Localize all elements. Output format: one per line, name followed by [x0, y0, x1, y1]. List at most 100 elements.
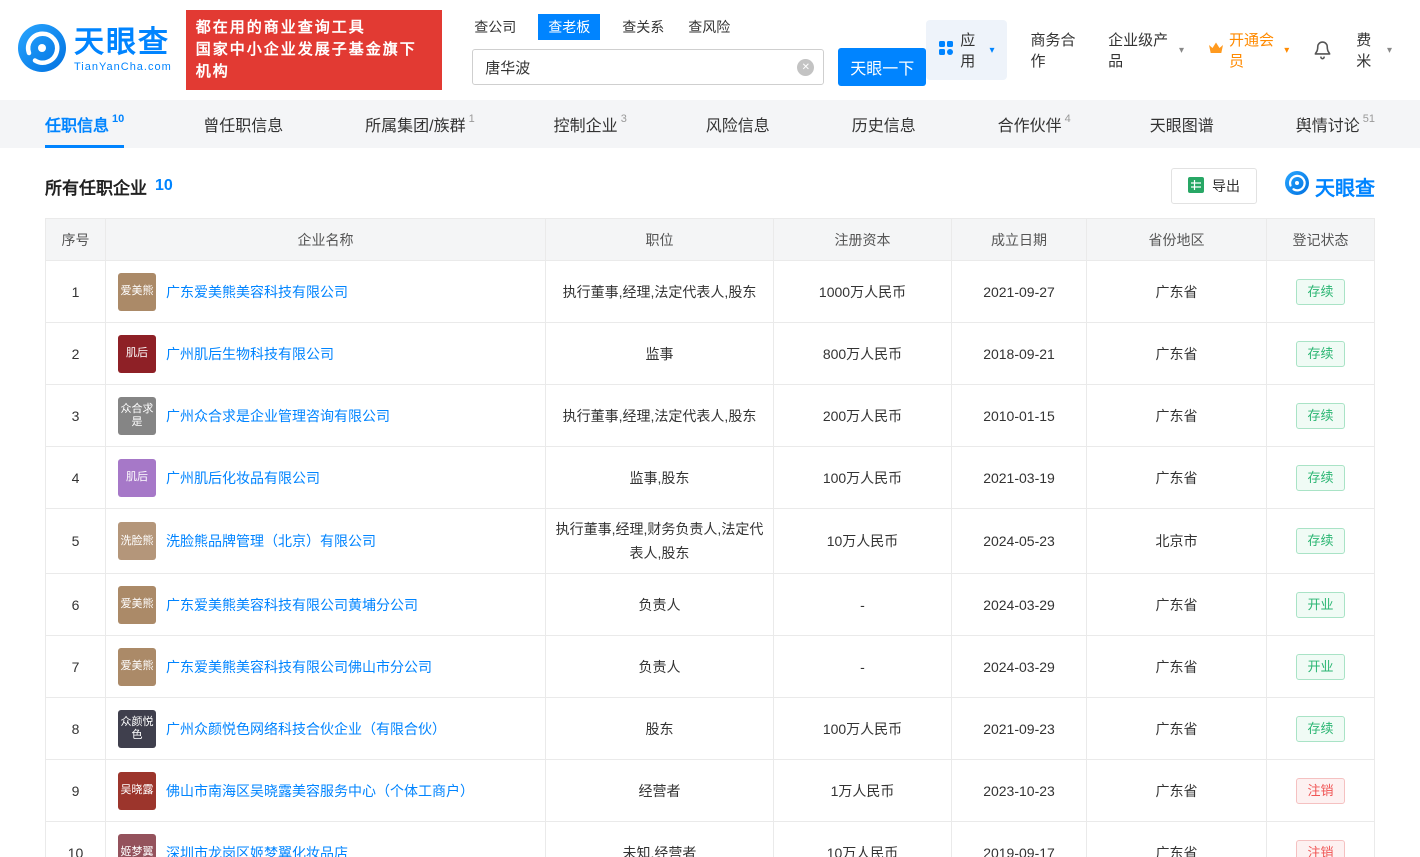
- company-link[interactable]: 洗脸熊品牌管理（北京）有限公司: [166, 529, 376, 553]
- search-type-tabs: 查公司 查老板 查关系 查风险: [472, 14, 926, 40]
- brand-domain: TianYanCha.com: [74, 62, 172, 73]
- search-type-tab[interactable]: 查公司: [472, 14, 518, 40]
- status-cell: 存续: [1267, 385, 1374, 447]
- promo-line-1: 都在用的商业查询工具: [196, 17, 433, 39]
- company-logo: 众合求是: [118, 397, 156, 435]
- company-logo: 吴晓露: [118, 772, 156, 810]
- company-cell: 众合求是 广州众合求是企业管理咨询有限公司: [106, 385, 546, 447]
- chevron-down-icon: ▾: [990, 45, 995, 56]
- cooperation-label: 商务合作: [1031, 29, 1085, 71]
- search-type-tab[interactable]: 查关系: [620, 14, 666, 40]
- status-cell: 注销: [1267, 822, 1374, 857]
- row-index: 5: [46, 509, 106, 574]
- nav-enterprise-products[interactable]: 企业级产品 ▾: [1108, 29, 1184, 71]
- column-header: 序号: [46, 219, 106, 261]
- status-cell: 注销: [1267, 760, 1374, 822]
- nav-business-cooperation[interactable]: 商务合作: [1031, 29, 1085, 71]
- main-content: 所有任职企业 10 导出: [0, 168, 1420, 857]
- company-cell: 爱美熊 广东爱美熊美容科技有限公司佛山市分公司: [106, 636, 546, 698]
- row-index: 2: [46, 323, 106, 385]
- search-type-tab[interactable]: 查老板: [538, 14, 600, 40]
- position-cell: 执行董事,经理,财务负责人,法定代表人,股东: [546, 509, 774, 574]
- tab-count: 10: [112, 113, 124, 125]
- section-tab[interactable]: 合作伙伴4: [998, 100, 1071, 148]
- status-badge: 注销: [1296, 778, 1344, 804]
- watermark-label: 天眼查: [1315, 172, 1375, 201]
- company-link[interactable]: 深圳市龙岗区姬梦翼化妆品店: [166, 841, 348, 857]
- tab-label: 舆情讨论: [1296, 112, 1360, 136]
- section-tab[interactable]: 历史信息: [852, 100, 919, 148]
- promo-banner: 都在用的商业查询工具 国家中小企业发展子基金旗下机构: [186, 10, 443, 90]
- position-cell: 经营者: [546, 760, 774, 822]
- top-header: 天眼查 TianYanCha.com 都在用的商业查询工具 国家中小企业发展子基…: [0, 0, 1420, 100]
- company-link[interactable]: 广东爱美熊美容科技有限公司黄埔分公司: [166, 593, 418, 617]
- section-tab[interactable]: 舆情讨论51: [1296, 100, 1375, 148]
- column-header: 企业名称: [106, 219, 546, 261]
- company-link[interactable]: 广州众合求是企业管理咨询有限公司: [166, 404, 390, 428]
- column-header: 省份地区: [1087, 219, 1267, 261]
- status-cell: 存续: [1267, 323, 1374, 385]
- status-cell: 存续: [1267, 261, 1374, 323]
- tab-label: 历史信息: [852, 112, 916, 136]
- section-tab[interactable]: 所属集团/族群1: [365, 100, 475, 148]
- search-button[interactable]: 天眼一下: [838, 48, 926, 86]
- row-index: 8: [46, 698, 106, 760]
- site-logo[interactable]: 天眼查 TianYanCha.com: [18, 24, 172, 77]
- column-header: 职位: [546, 219, 774, 261]
- company-logo: 众颜悦色: [118, 710, 156, 748]
- user-menu[interactable]: 费米 ▾: [1356, 29, 1392, 71]
- excel-icon: [1188, 177, 1204, 196]
- clear-search-icon[interactable]: ✕: [797, 59, 814, 76]
- company-link[interactable]: 佛山市南海区吴晓露美容服务中心（个体工商户）: [166, 779, 474, 803]
- company-logo: 爱美熊: [118, 273, 156, 311]
- tab-label: 风险信息: [706, 112, 770, 136]
- section-tab[interactable]: 天眼图谱: [1150, 100, 1217, 148]
- region-cell: 广东省: [1087, 636, 1267, 698]
- search-input[interactable]: [473, 59, 823, 76]
- section-tab[interactable]: 曾任职信息: [203, 100, 286, 148]
- company-link[interactable]: 广东爱美熊美容科技有限公司: [166, 280, 348, 304]
- region-cell: 广东省: [1087, 385, 1267, 447]
- company-logo: 肌后: [118, 459, 156, 497]
- table-row: 1 爱美熊 广东爱美熊美容科技有限公司 执行董事,经理,法定代表人,股东 100…: [46, 261, 1374, 323]
- date-cell: 2021-03-19: [952, 447, 1087, 509]
- top-nav: 应用 ▾ 商务合作 企业级产品 ▾ 开通会员 ▾ 费米: [926, 20, 1420, 80]
- status-cell: 存续: [1267, 698, 1374, 760]
- tab-label: 曾任职信息: [203, 112, 283, 136]
- tianyancha-logo-icon: [18, 24, 66, 77]
- date-cell: 2010-01-15: [952, 385, 1087, 447]
- company-link[interactable]: 广州肌后生物科技有限公司: [166, 342, 334, 366]
- status-badge: 存续: [1296, 716, 1344, 742]
- tab-label: 控制企业: [554, 112, 618, 136]
- notifications-bell-icon[interactable]: [1313, 40, 1332, 60]
- capital-cell: 10万人民币: [774, 509, 952, 574]
- table-row: 9 吴晓露 佛山市南海区吴晓露美容服务中心（个体工商户） 经营者 1万人民币 2…: [46, 760, 1374, 822]
- section-tab[interactable]: 任职信息10: [45, 100, 124, 148]
- date-cell: 2024-05-23: [952, 509, 1087, 574]
- region-cell: 北京市: [1087, 509, 1267, 574]
- section-tab[interactable]: 风险信息: [706, 100, 773, 148]
- search-type-tab[interactable]: 查风险: [686, 14, 732, 40]
- section-tabs: 任职信息10 曾任职信息 所属集团/族群1 控制企业3 风险信息 历史信息 合作…: [0, 100, 1420, 148]
- company-cell: 姬梦翼 深圳市龙岗区姬梦翼化妆品店: [106, 822, 546, 857]
- company-link[interactable]: 广东爱美熊美容科技有限公司佛山市分公司: [166, 655, 432, 679]
- status-badge: 存续: [1296, 465, 1344, 491]
- company-link[interactable]: 广州肌后化妆品有限公司: [166, 466, 320, 490]
- company-logo: 爱美熊: [118, 648, 156, 686]
- region-cell: 广东省: [1087, 760, 1267, 822]
- tab-count: 1: [469, 113, 475, 125]
- table-row: 10 姬梦翼 深圳市龙岗区姬梦翼化妆品店 未知,经营者 10万人民币 2019-…: [46, 822, 1374, 857]
- apps-label: 应用: [960, 29, 983, 71]
- status-badge: 存续: [1296, 403, 1344, 429]
- apps-menu-button[interactable]: 应用 ▾: [926, 20, 1006, 80]
- nav-open-vip[interactable]: 开通会员 ▾: [1208, 29, 1289, 71]
- positions-table: 序号 企业名称 职位 注册资本 成立日期 省份地区 登记状态 1 爱美熊 广东爱…: [45, 218, 1375, 857]
- status-cell: 存续: [1267, 509, 1374, 574]
- date-cell: 2018-09-21: [952, 323, 1087, 385]
- export-button[interactable]: 导出: [1171, 168, 1257, 204]
- section-tab[interactable]: 控制企业3: [554, 100, 627, 148]
- company-link[interactable]: 广州众颜悦色网络科技合伙企业（有限合伙）: [166, 717, 446, 741]
- table-row: 6 爱美熊 广东爱美熊美容科技有限公司黄埔分公司 负责人 - 2024-03-2…: [46, 574, 1374, 636]
- capital-cell: 200万人民币: [774, 385, 952, 447]
- position-cell: 负责人: [546, 636, 774, 698]
